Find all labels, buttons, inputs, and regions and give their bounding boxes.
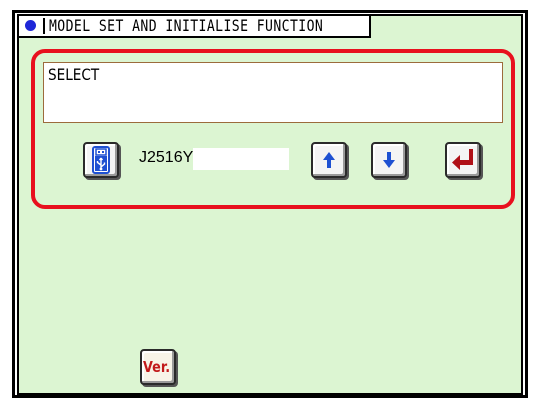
status-dot-icon — [25, 20, 36, 31]
arrow-down-icon — [383, 152, 395, 168]
screen-area: MODEL SET AND INITIALISE FUNCTION SELECT… — [17, 14, 523, 395]
usb-icon — [92, 146, 110, 174]
arrow-up-icon — [323, 152, 335, 168]
device-bezel: MODEL SET AND INITIALISE FUNCTION SELECT… — [0, 0, 539, 403]
select-label: SELECT — [48, 65, 100, 84]
page-title: MODEL SET AND INITIALISE FUNCTION — [49, 16, 324, 35]
model-name-field — [193, 148, 289, 170]
down-button[interactable] — [371, 142, 407, 178]
up-button[interactable] — [311, 142, 347, 178]
select-panel: SELECT — [43, 62, 503, 123]
version-button[interactable]: Ver. — [140, 349, 176, 385]
title-bar: MODEL SET AND INITIALISE FUNCTION — [19, 16, 371, 38]
enter-icon — [452, 149, 473, 170]
enter-button[interactable] — [445, 142, 481, 178]
version-label: Ver. — [143, 358, 171, 376]
title-separator — [43, 18, 45, 34]
usb-button[interactable] — [83, 142, 119, 178]
